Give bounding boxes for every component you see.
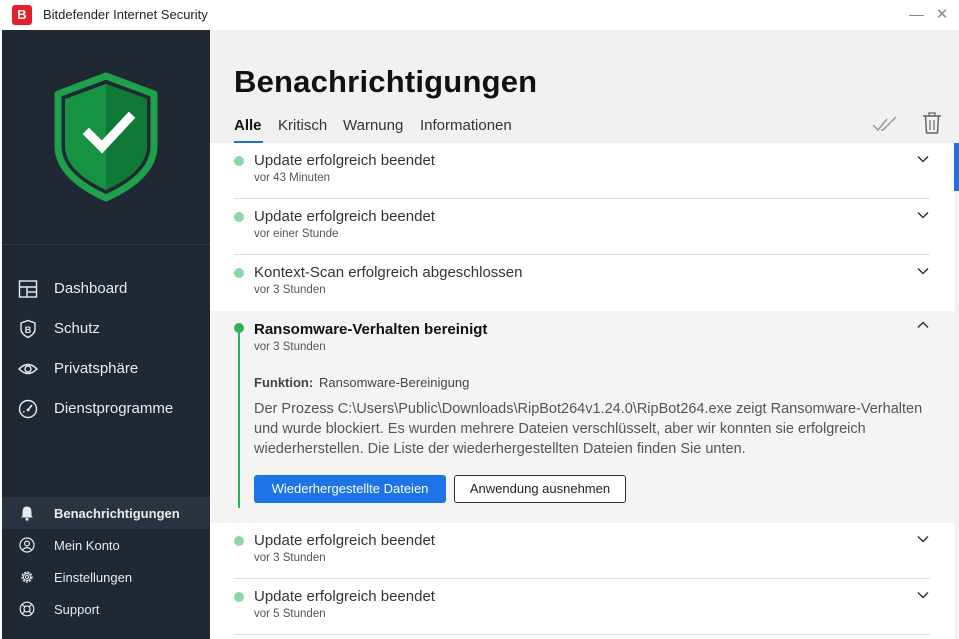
status-dot [234, 212, 244, 222]
notification-title: Update erfolgreich beendet [254, 208, 435, 225]
sidebar-item-support[interactable]: Support [2, 593, 210, 625]
notification-description: Der Prozess C:\Users\Public\Downloads\Ri… [254, 401, 923, 457]
protection-status [2, 30, 210, 244]
notification-item[interactable]: Kontext-Scan erfolgreich abgeschlossen v… [234, 255, 930, 311]
trash-icon[interactable] [922, 112, 942, 134]
restored-files-button[interactable]: Wiederhergestellte Dateien [254, 475, 446, 503]
chevron-up-icon[interactable] [917, 319, 929, 331]
chevron-down-icon[interactable] [917, 533, 929, 545]
sidebar-item-einstellungen[interactable]: Einstellungen [2, 561, 210, 593]
mark-all-read-icon[interactable] [872, 114, 898, 134]
notification-item[interactable]: Update erfolgreich beendet vor 3 Stunden [234, 523, 930, 579]
tab-warnung[interactable]: Warnung [343, 117, 403, 134]
sidebar-item-label: Schutz [54, 320, 100, 337]
status-dot [234, 536, 244, 546]
bell-icon [21, 506, 33, 521]
notification-item-expanded: Ransomware-Verhalten bereinigt vor 3 Stu… [210, 311, 955, 523]
notification-title: Update erfolgreich beendet [254, 532, 435, 549]
chevron-down-icon[interactable] [917, 153, 929, 165]
tab-kritisch[interactable]: Kritisch [278, 117, 327, 134]
sidebar-item-dienstprogramme[interactable]: Dienstprogramme [2, 390, 210, 428]
page-title: Benachrichtigungen [234, 64, 538, 99]
close-button[interactable]: ✕ [932, 5, 952, 25]
notification-time: vor 3 Stunden [254, 284, 326, 296]
timeline-line [238, 328, 240, 508]
lifebuoy-icon [19, 601, 35, 617]
notification-time: vor 5 Stunden [254, 608, 326, 620]
title-bar: B Bitdefender Internet Security ✕ [0, 0, 959, 30]
status-dot [234, 592, 244, 602]
sidebar-item-privatsphaere[interactable]: Privatsphäre [2, 350, 210, 388]
sidebar-item-schutz[interactable]: B Schutz [2, 310, 210, 348]
sidebar: Dashboard B Schutz Privatsphäre Dienstpr… [2, 30, 210, 639]
gear-icon [21, 571, 33, 583]
function-label: Funktion: [254, 375, 314, 390]
notification-item[interactable]: Update erfolgreich beendet vor 43 Minute… [234, 143, 930, 199]
sidebar-item-label: Benachrichtigungen [54, 506, 180, 521]
notification-time: vor 3 Stunden [254, 341, 326, 353]
chevron-down-icon[interactable] [917, 209, 929, 221]
status-dot [234, 156, 244, 166]
sidebar-divider [2, 244, 210, 245]
tab-informationen[interactable]: Informationen [420, 117, 512, 134]
chevron-down-icon[interactable] [917, 589, 929, 601]
sidebar-item-dashboard[interactable]: Dashboard [2, 270, 210, 308]
scrollbar-thumb[interactable] [954, 143, 959, 191]
notification-item[interactable]: Update erfolgreich beendet vor 5 Stunden [234, 579, 930, 635]
protection-shield-icon: B [20, 319, 36, 339]
gauge-icon [18, 399, 38, 419]
notification-title: Update erfolgreich beendet [254, 588, 435, 605]
chevron-down-icon[interactable] [917, 265, 929, 277]
user-icon [19, 537, 35, 553]
main-content: Benachrichtigungen Alle Kritisch Warnung… [210, 30, 959, 639]
sidebar-item-label: Support [54, 602, 100, 617]
dashboard-icon [18, 280, 38, 298]
sidebar-item-benachrichtigungen[interactable]: Benachrichtigungen [2, 497, 210, 529]
window-title: Bitdefender Internet Security [43, 7, 208, 22]
sidebar-item-label: Dienstprogramme [54, 400, 174, 417]
svg-text:B: B [25, 325, 32, 335]
sidebar-item-label: Einstellungen [54, 570, 133, 585]
tab-alle[interactable]: Alle [234, 117, 262, 134]
bitdefender-logo-icon: B [12, 5, 32, 25]
notification-title: Ransomware-Verhalten bereinigt [254, 321, 488, 338]
status-dot [234, 323, 244, 333]
notification-time: vor einer Stunde [254, 228, 339, 240]
shield-check-icon [54, 72, 158, 202]
notification-title: Update erfolgreich beendet [254, 152, 435, 169]
sidebar-item-label: Privatsphäre [54, 360, 139, 377]
status-dot [234, 268, 244, 278]
notification-time: vor 43 Minuten [254, 172, 331, 184]
notification-item[interactable]: Update erfolgreich beendet vor einer Stu… [234, 199, 930, 255]
minimize-button[interactable] [906, 5, 928, 25]
eye-icon [18, 363, 38, 375]
notification-list: Update erfolgreich beendet vor 43 Minute… [210, 143, 955, 639]
exclude-application-button[interactable]: Anwendung ausnehmen [454, 475, 626, 503]
function-value: Ransomware-Bereinigung [319, 375, 470, 390]
notification-title: Kontext-Scan erfolgreich abgeschlossen [254, 264, 523, 281]
sidebar-item-label: Mein Konto [54, 538, 120, 553]
notification-time: vor 3 Stunden [254, 552, 326, 564]
sidebar-item-mein-konto[interactable]: Mein Konto [2, 529, 210, 561]
sidebar-item-label: Dashboard [54, 280, 128, 297]
